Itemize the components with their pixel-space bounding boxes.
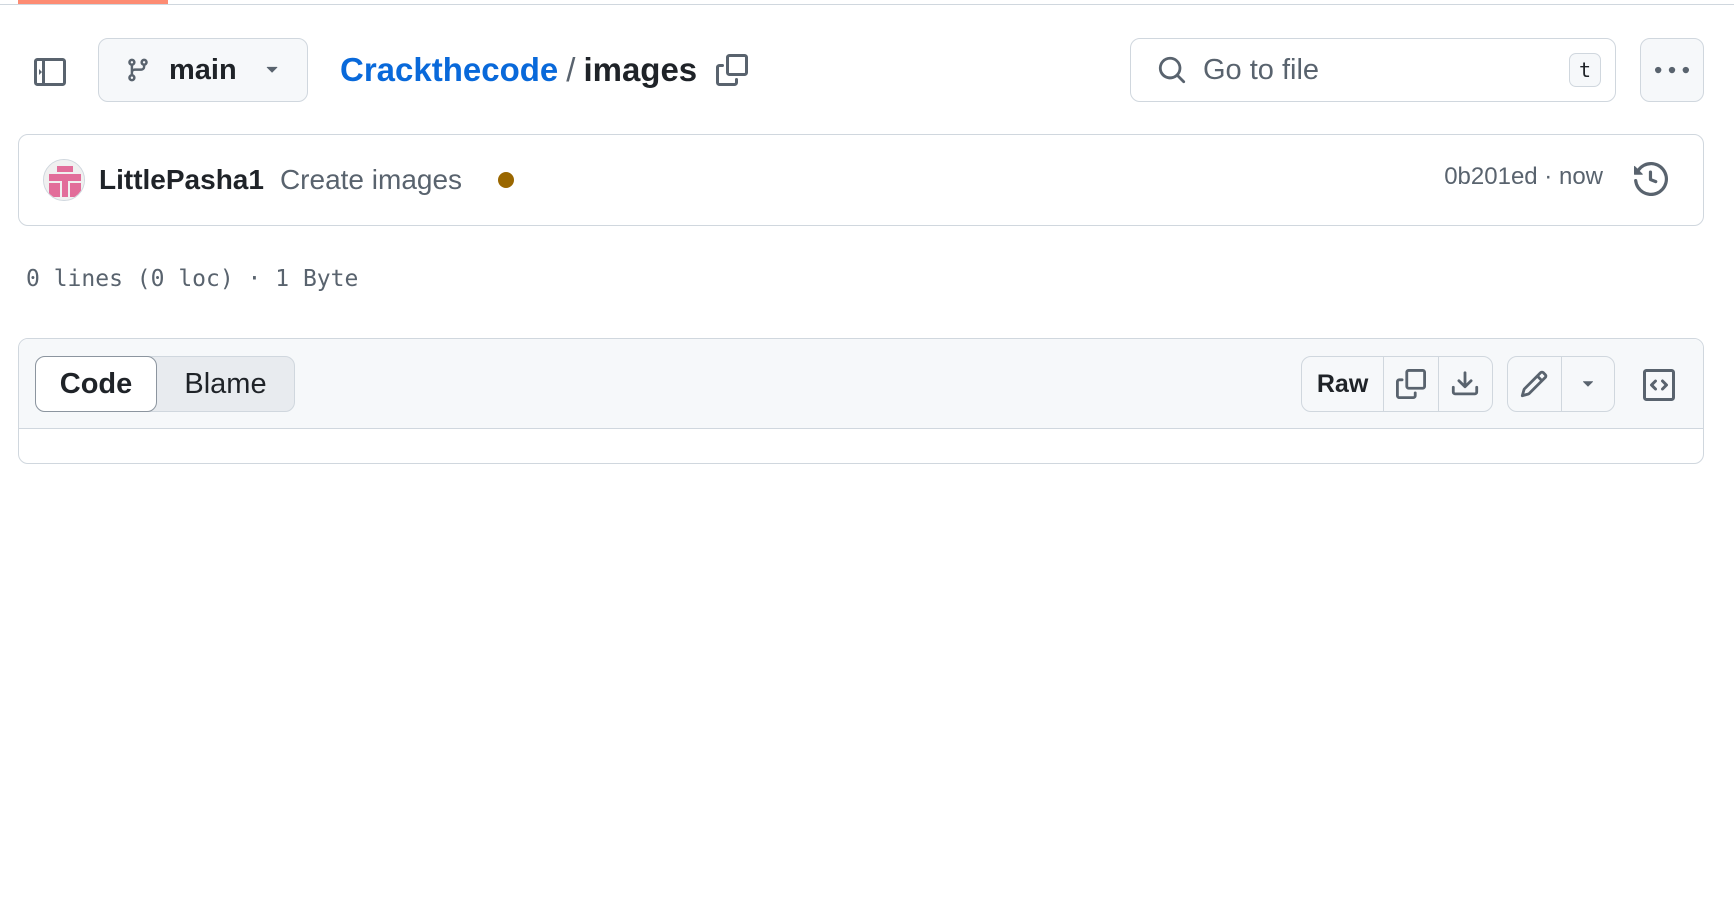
edit-file-button[interactable] xyxy=(1508,357,1562,411)
triangle-down-icon xyxy=(266,66,278,73)
search-icon xyxy=(1158,56,1186,84)
code-square-icon xyxy=(1643,369,1675,401)
commit-meta[interactable]: 0b201ed · now xyxy=(1444,163,1603,191)
branch-selector-button[interactable]: main xyxy=(98,38,308,102)
copy-icon xyxy=(1395,369,1426,399)
latest-commit-box: LittlePasha1 Create images 0b201ed · now xyxy=(18,134,1704,226)
download-icon xyxy=(1452,371,1479,396)
commit-status-dot[interactable] xyxy=(498,172,515,188)
kebab-horizontal-icon xyxy=(1655,66,1689,74)
view-toggle: Code Blame xyxy=(35,356,295,412)
top-border xyxy=(0,0,1734,5)
shortcut-hint: t xyxy=(1569,53,1601,87)
more-options-button[interactable] xyxy=(1640,38,1704,102)
active-tab-underline xyxy=(18,0,168,4)
code-viewer: Code Blame Raw xyxy=(18,338,1704,464)
edit-actions-group xyxy=(1507,356,1615,412)
copy-icon xyxy=(716,54,748,86)
breadcrumb-repo-link[interactable]: Crackthecode xyxy=(340,51,558,89)
git-branch-icon xyxy=(128,58,148,82)
file-info: 0 lines (0 loc) · 1 Byte xyxy=(26,266,359,292)
file-header: main Crackthecode / images t xyxy=(0,36,1734,104)
edit-options-dropdown[interactable] xyxy=(1562,357,1615,411)
breadcrumb-file-name: images xyxy=(583,51,698,88)
code-toolbar: Code Blame Raw xyxy=(19,339,1703,429)
tab-blame[interactable]: Blame xyxy=(157,357,294,411)
identicon xyxy=(44,160,84,200)
breadcrumb: Crackthecode / images xyxy=(340,46,697,94)
history-icon xyxy=(1634,162,1668,196)
symbols-panel-button[interactable] xyxy=(1637,363,1681,407)
triangle-down-icon xyxy=(1582,381,1593,387)
commit-message[interactable]: Create images xyxy=(280,164,462,196)
history-button[interactable] xyxy=(1629,157,1673,201)
tab-code[interactable]: Code xyxy=(35,356,157,412)
expand-file-tree-button[interactable] xyxy=(28,50,72,94)
copy-raw-button[interactable] xyxy=(1384,357,1439,411)
branch-name: main xyxy=(169,53,237,86)
raw-actions-group: Raw xyxy=(1301,356,1493,412)
sidebar-expand-icon xyxy=(34,58,66,86)
raw-button[interactable]: Raw xyxy=(1302,357,1385,411)
go-to-file-box[interactable]: t xyxy=(1130,38,1616,102)
pencil-icon xyxy=(1521,370,1548,398)
commit-author[interactable]: LittlePasha1 xyxy=(99,164,264,196)
go-to-file-input[interactable] xyxy=(1201,52,1545,88)
breadcrumb-separator: / xyxy=(566,51,576,88)
copy-path-button[interactable] xyxy=(710,48,754,92)
avatar[interactable] xyxy=(43,159,85,201)
download-raw-button[interactable] xyxy=(1439,357,1492,411)
